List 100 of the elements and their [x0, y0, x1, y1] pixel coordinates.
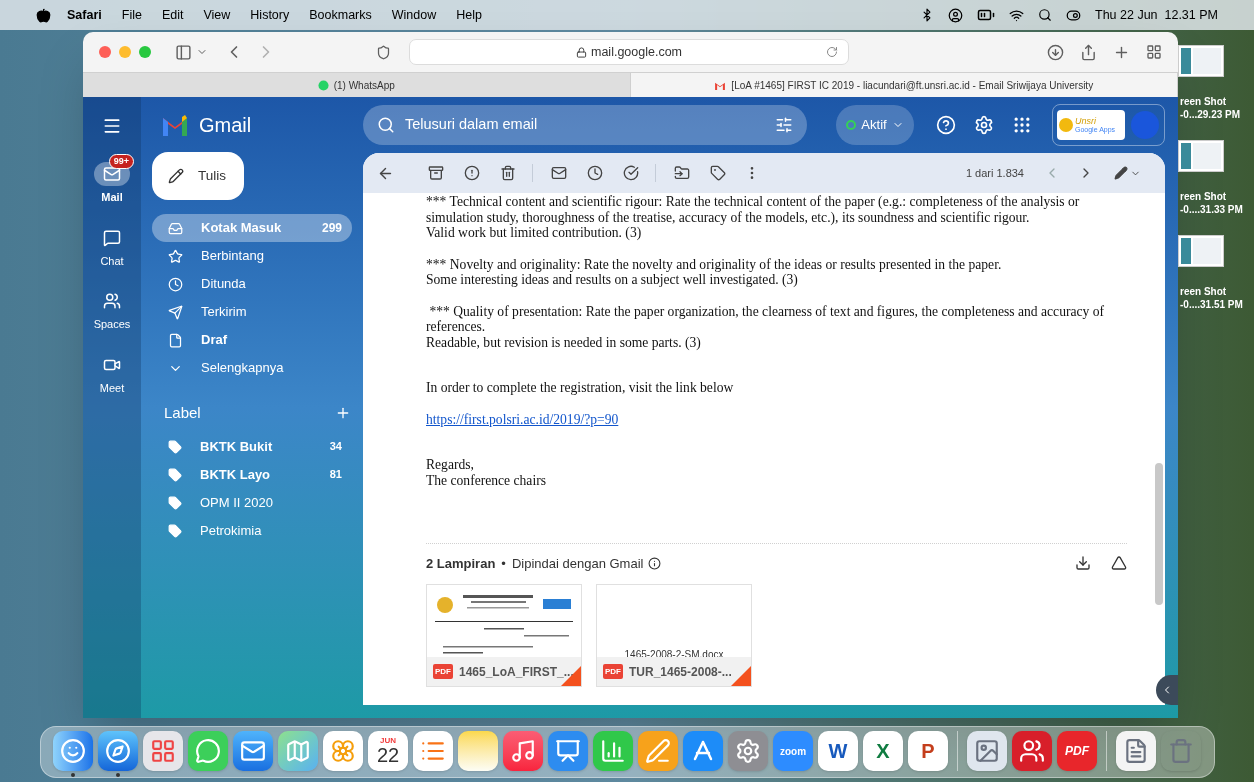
- label-item[interactable]: BKTK Layo 81: [152, 460, 352, 489]
- shield-icon[interactable]: [376, 44, 391, 60]
- scrollbar-thumb[interactable]: [1155, 463, 1163, 605]
- finder-icon[interactable]: [53, 731, 93, 771]
- menu-item[interactable]: Window: [391, 5, 437, 25]
- file-name[interactable]: -0....31.51 PM: [1180, 298, 1243, 311]
- share-icon[interactable]: [1080, 43, 1097, 61]
- mendeley-icon[interactable]: [1012, 731, 1052, 771]
- download-icon[interactable]: [1047, 43, 1064, 61]
- people-icon: [103, 292, 121, 310]
- filter-icon[interactable]: [775, 116, 793, 134]
- menu-icon[interactable]: [102, 116, 122, 136]
- list-icon[interactable]: [413, 731, 453, 771]
- compose-button[interactable]: Tulis: [152, 152, 244, 200]
- apps-grid-icon[interactable]: [1012, 115, 1032, 135]
- menu-item[interactable]: File: [121, 5, 142, 25]
- settings-icon[interactable]: [974, 115, 994, 135]
- pdf-app-icon[interactable]: PDF: [1057, 731, 1097, 771]
- file-name[interactable]: -0...29.23 PM: [1180, 108, 1241, 121]
- pdf-badge: PDF: [603, 664, 623, 679]
- app-store-icon[interactable]: [683, 731, 723, 771]
- message-text: The conference chairs: [426, 472, 547, 488]
- separator-dot: •: [501, 554, 506, 573]
- search-icon[interactable]: [1038, 8, 1052, 22]
- archive-icon[interactable]: [428, 165, 444, 181]
- folder-item[interactable]: Terkirim: [152, 298, 352, 326]
- pencil-icon[interactable]: [1114, 166, 1128, 180]
- control-center-icon[interactable]: [1066, 7, 1081, 23]
- menu-item[interactable]: View: [203, 5, 231, 25]
- clock-icon[interactable]: [587, 165, 603, 181]
- label-item[interactable]: Petrokimia: [152, 516, 352, 545]
- launchpad-icon[interactable]: [143, 731, 183, 771]
- status-button[interactable]: Aktif: [836, 105, 914, 145]
- word-icon[interactable]: W: [818, 731, 858, 771]
- grid-icon[interactable]: [1146, 43, 1162, 60]
- drive-add-icon[interactable]: [1111, 555, 1127, 572]
- label-item[interactable]: OPM II 2020: [152, 488, 352, 517]
- folder-item[interactable]: Selengkapnya: [152, 354, 352, 382]
- file-name[interactable]: reen Shot: [1180, 190, 1243, 203]
- search-field[interactable]: Telusuri dalam email: [363, 105, 807, 145]
- flower-icon[interactable]: [323, 731, 363, 771]
- message-text: *** Novelty and originality: Rate the novelty and originality of the ideas or results presented in the paper.: [426, 256, 1003, 272]
- registration-link[interactable]: https://first.polsri.ac.id/2019/?p=90: [426, 411, 619, 427]
- music-note-icon[interactable]: [503, 731, 543, 771]
- browser-tab[interactable]: [LoA #1465] FIRST IC 2019 - liacundari@ft.unsri.ac.id - Email Sriwijaya University: [630, 73, 1178, 97]
- map-icon[interactable]: [278, 731, 318, 771]
- app-menu[interactable]: Safari: [67, 5, 102, 25]
- preview-icon[interactable]: [967, 731, 1007, 771]
- calendar-month: JUN: [380, 737, 396, 745]
- rail-item[interactable]: Meet: [90, 344, 134, 396]
- folder-icon[interactable]: [674, 165, 690, 181]
- label-item[interactable]: BKTK Bukit 34: [152, 432, 352, 461]
- mail-icon[interactable]: [551, 165, 567, 181]
- attachment-name: 1465_LoA_FIRST_...: [459, 663, 574, 681]
- menu-item[interactable]: Edit: [161, 5, 184, 25]
- rail-item[interactable]: Chat: [90, 217, 134, 269]
- document-icon[interactable]: [1116, 731, 1156, 771]
- folder-item[interactable]: Ditunda: [152, 270, 352, 298]
- pen-icon[interactable]: [638, 731, 678, 771]
- screenshot-thumbnail[interactable]: [1178, 140, 1224, 172]
- messages-icon[interactable]: [188, 731, 228, 771]
- address-field[interactable]: mail.google.com: [409, 39, 849, 65]
- folder-item[interactable]: Berbintang: [152, 242, 352, 270]
- sidebar-icon[interactable]: [175, 43, 192, 61]
- calendar-icon[interactable]: JUN 22: [368, 731, 408, 771]
- chat-bubble-icon: [317, 79, 329, 91]
- star-icon: [168, 248, 183, 264]
- presentation-icon[interactable]: [548, 731, 588, 771]
- info-icon[interactable]: [648, 556, 662, 570]
- tag-icon[interactable]: [710, 165, 726, 181]
- screenshot-thumbnail[interactable]: [1178, 235, 1224, 267]
- powerpoint-icon[interactable]: P: [908, 731, 948, 771]
- folder-item[interactable]: Draf: [152, 326, 352, 354]
- excel-icon[interactable]: X: [863, 731, 903, 771]
- menu-item[interactable]: Bookmarks: [309, 5, 372, 25]
- reload-icon[interactable]: [826, 46, 838, 58]
- alert-icon[interactable]: [464, 165, 480, 181]
- menu-clock[interactable]: Thu 22 Jun 12.31 PM: [1095, 5, 1218, 25]
- trash-icon[interactable]: [500, 165, 516, 181]
- tag-icon: [168, 439, 182, 454]
- apple-icon[interactable]: [36, 7, 51, 23]
- compass-icon[interactable]: [98, 731, 138, 771]
- user-icon[interactable]: [948, 7, 963, 23]
- file-name[interactable]: reen Shot: [1180, 285, 1243, 298]
- screenshot-thumbnail[interactable]: [1178, 45, 1224, 77]
- menu-item[interactable]: History: [250, 5, 290, 25]
- file-name[interactable]: -0....31.33 PM: [1180, 203, 1243, 216]
- wifi-icon[interactable]: [1009, 7, 1024, 23]
- gear-icon[interactable]: [728, 731, 768, 771]
- rail-item[interactable]: Spaces: [89, 281, 135, 333]
- check-circle-icon[interactable]: [623, 165, 639, 181]
- mail-app-icon[interactable]: [233, 731, 273, 771]
- rail-item[interactable]: 99+ Mail: [90, 154, 134, 206]
- file-name[interactable]: reen Shot: [1180, 95, 1241, 108]
- menu-item[interactable]: Help: [456, 5, 482, 25]
- download-icon[interactable]: [1075, 555, 1091, 572]
- attachment-card[interactable]: PDF 1465_LoA_FIRST_...: [426, 584, 582, 687]
- bar-chart-icon[interactable]: [593, 731, 633, 771]
- help-icon[interactable]: [936, 115, 956, 135]
- close-window-button[interactable]: [99, 46, 111, 58]
